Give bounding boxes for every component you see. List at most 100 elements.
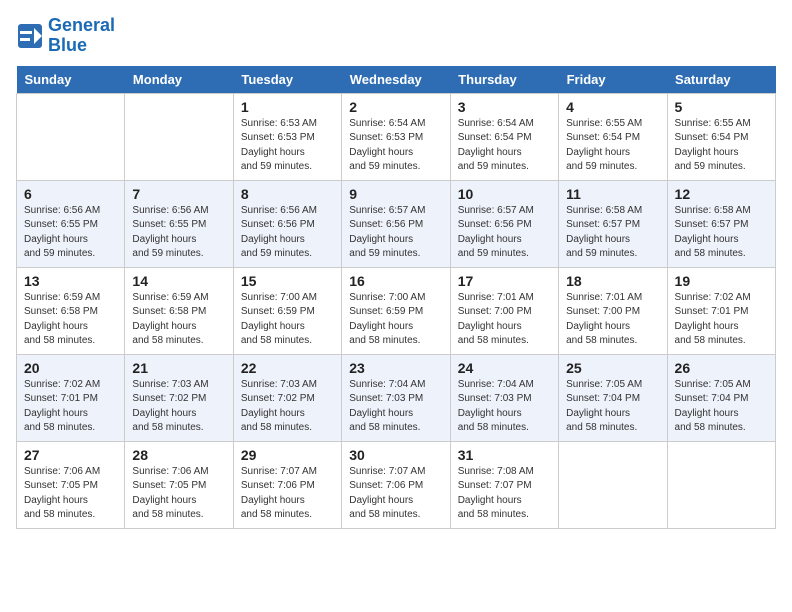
day-number: 13 — [24, 273, 117, 289]
day-cell-23: 23 Sunrise: 7:04 AMSunset: 7:03 PMDayligh… — [342, 354, 450, 441]
day-cell-28: 28 Sunrise: 7:06 AMSunset: 7:05 PMDayligh… — [125, 441, 233, 528]
day-info: Sunrise: 6:56 AMSunset: 6:55 PMDaylight … — [24, 204, 117, 262]
day-info: Sunrise: 7:06 AMSunset: 7:05 PMDaylight … — [132, 465, 225, 523]
day-cell-15: 15 Sunrise: 7:00 AMSunset: 6:59 PMDayligh… — [233, 267, 341, 354]
weekday-header-monday: Monday — [125, 66, 233, 94]
day-cell-13: 13 Sunrise: 6:59 AMSunset: 6:58 PMDayligh… — [17, 267, 125, 354]
day-number: 6 — [24, 186, 117, 202]
day-number: 12 — [675, 186, 768, 202]
week-row-2: 6 Sunrise: 6:56 AMSunset: 6:55 PMDaylight… — [17, 180, 776, 267]
day-cell-9: 9 Sunrise: 6:57 AMSunset: 6:56 PMDaylight… — [342, 180, 450, 267]
day-cell-19: 19 Sunrise: 7:02 AMSunset: 7:01 PMDayligh… — [667, 267, 775, 354]
day-cell-12: 12 Sunrise: 6:58 AMSunset: 6:57 PMDayligh… — [667, 180, 775, 267]
weekday-header-sunday: Sunday — [17, 66, 125, 94]
day-number: 20 — [24, 360, 117, 376]
day-number: 14 — [132, 273, 225, 289]
day-info: Sunrise: 6:54 AMSunset: 6:54 PMDaylight … — [458, 117, 551, 175]
day-info: Sunrise: 7:03 AMSunset: 7:02 PMDaylight … — [132, 378, 225, 436]
day-info: Sunrise: 6:57 AMSunset: 6:56 PMDaylight … — [349, 204, 442, 262]
day-info: Sunrise: 7:00 AMSunset: 6:59 PMDaylight … — [241, 291, 334, 349]
day-number: 7 — [132, 186, 225, 202]
day-number: 4 — [566, 99, 659, 115]
day-number: 22 — [241, 360, 334, 376]
day-cell-31: 31Sunrise: 7:08 AMSunset: 7:07 PMDayligh… — [450, 441, 558, 528]
weekday-header-wednesday: Wednesday — [342, 66, 450, 94]
day-number: 15 — [241, 273, 334, 289]
day-number: 9 — [349, 186, 442, 202]
day-number: 21 — [132, 360, 225, 376]
day-info: Sunrise: 7:01 AMSunset: 7:00 PMDaylight … — [458, 291, 551, 349]
day-info: Sunrise: 7:03 AMSunset: 7:02 PMDaylight … — [241, 378, 334, 436]
header-row: SundayMondayTuesdayWednesdayThursdayFrid… — [17, 66, 776, 94]
day-cell-17: 17 Sunrise: 7:01 AMSunset: 7:00 PMDayligh… — [450, 267, 558, 354]
day-cell-4: 4Sunrise: 6:55 AMSunset: 6:54 PMDaylight… — [559, 93, 667, 180]
day-cell-10: 10 Sunrise: 6:57 AMSunset: 6:56 PMDayligh… — [450, 180, 558, 267]
day-cell-14: 14 Sunrise: 6:59 AMSunset: 6:58 PMDayligh… — [125, 267, 233, 354]
day-number: 18 — [566, 273, 659, 289]
day-info: Sunrise: 7:02 AMSunset: 7:01 PMDaylight … — [675, 291, 768, 349]
day-info: Sunrise: 6:53 AMSunset: 6:53 PMDaylight … — [241, 117, 334, 175]
day-number: 17 — [458, 273, 551, 289]
day-number: 2 — [349, 99, 442, 115]
day-cell-2: 2 Sunrise: 6:54 AMSunset: 6:53 PMDaylight… — [342, 93, 450, 180]
weekday-header-friday: Friday — [559, 66, 667, 94]
day-number: 1 — [241, 99, 334, 115]
day-number: 11 — [566, 186, 659, 202]
day-info: Sunrise: 6:57 AMSunset: 6:56 PMDaylight … — [458, 204, 551, 262]
day-cell-3: 3 Sunrise: 6:54 AMSunset: 6:54 PMDaylight… — [450, 93, 558, 180]
day-cell-29: 29 Sunrise: 7:07 AMSunset: 7:06 PMDayligh… — [233, 441, 341, 528]
day-number: 16 — [349, 273, 442, 289]
day-info: Sunrise: 7:02 AMSunset: 7:01 PMDaylight … — [24, 378, 117, 436]
day-info: Sunrise: 6:59 AMSunset: 6:58 PMDaylight … — [24, 291, 117, 349]
day-number: 23 — [349, 360, 442, 376]
empty-cell — [667, 441, 775, 528]
day-cell-21: 21 Sunrise: 7:03 AMSunset: 7:02 PMDayligh… — [125, 354, 233, 441]
day-cell-26: 26 Sunrise: 7:05 AMSunset: 7:04 PMDayligh… — [667, 354, 775, 441]
day-number: 3 — [458, 99, 551, 115]
day-number: 26 — [675, 360, 768, 376]
day-cell-6: 6 Sunrise: 6:56 AMSunset: 6:55 PMDaylight… — [17, 180, 125, 267]
day-cell-25: 25 Sunrise: 7:05 AMSunset: 7:04 PMDayligh… — [559, 354, 667, 441]
week-row-5: 27 Sunrise: 7:06 AMSunset: 7:05 PMDayligh… — [17, 441, 776, 528]
day-number: 27 — [24, 447, 117, 463]
day-cell-20: 20 Sunrise: 7:02 AMSunset: 7:01 PMDayligh… — [17, 354, 125, 441]
day-number: 10 — [458, 186, 551, 202]
day-cell-18: 18Sunrise: 7:01 AMSunset: 7:00 PMDayligh… — [559, 267, 667, 354]
day-info: Sunrise: 7:05 AMSunset: 7:04 PMDaylight … — [566, 378, 659, 436]
day-cell-24: 24 Sunrise: 7:04 AMSunset: 7:03 PMDayligh… — [450, 354, 558, 441]
day-number: 8 — [241, 186, 334, 202]
day-info: Sunrise: 6:58 AMSunset: 6:57 PMDaylight … — [675, 204, 768, 262]
day-info: Sunrise: 6:58 AMSunset: 6:57 PMDaylight … — [566, 204, 659, 262]
day-info: Sunrise: 7:04 AMSunset: 7:03 PMDaylight … — [349, 378, 442, 436]
logo: General Blue — [16, 16, 115, 56]
day-cell-8: 8 Sunrise: 6:56 AMSunset: 6:56 PMDaylight… — [233, 180, 341, 267]
logo-text: General Blue — [48, 16, 115, 56]
weekday-header-thursday: Thursday — [450, 66, 558, 94]
day-info: Sunrise: 7:07 AMSunset: 7:06 PMDaylight … — [349, 465, 442, 523]
day-info: Sunrise: 6:54 AMSunset: 6:53 PMDaylight … — [349, 117, 442, 175]
day-info: Sunrise: 7:05 AMSunset: 7:04 PMDaylight … — [675, 378, 768, 436]
day-info: Sunrise: 6:56 AMSunset: 6:56 PMDaylight … — [241, 204, 334, 262]
empty-cell — [559, 441, 667, 528]
day-cell-5: 5 Sunrise: 6:55 AMSunset: 6:54 PMDaylight… — [667, 93, 775, 180]
day-number: 31 — [458, 447, 551, 463]
week-row-3: 13 Sunrise: 6:59 AMSunset: 6:58 PMDayligh… — [17, 267, 776, 354]
day-cell-7: 7 Sunrise: 6:56 AMSunset: 6:55 PMDaylight… — [125, 180, 233, 267]
day-number: 29 — [241, 447, 334, 463]
day-number: 5 — [675, 99, 768, 115]
day-cell-27: 27Sunrise: 7:06 AMSunset: 7:05 PMDayligh… — [17, 441, 125, 528]
day-number: 24 — [458, 360, 551, 376]
day-cell-11: 11 Sunrise: 6:58 AMSunset: 6:57 PMDayligh… — [559, 180, 667, 267]
weekday-header-tuesday: Tuesday — [233, 66, 341, 94]
day-info: Sunrise: 7:07 AMSunset: 7:06 PMDaylight … — [241, 465, 334, 523]
week-row-1: 1 Sunrise: 6:53 AMSunset: 6:53 PMDaylight… — [17, 93, 776, 180]
day-info: Sunrise: 6:55 AMSunset: 6:54 PMDaylight … — [675, 117, 768, 175]
day-number: 25 — [566, 360, 659, 376]
day-info: Sunrise: 6:56 AMSunset: 6:55 PMDaylight … — [132, 204, 225, 262]
day-info: Sunrise: 7:04 AMSunset: 7:03 PMDaylight … — [458, 378, 551, 436]
day-number: 30 — [349, 447, 442, 463]
day-number: 19 — [675, 273, 768, 289]
day-info: Sunrise: 6:59 AMSunset: 6:58 PMDaylight … — [132, 291, 225, 349]
day-cell-22: 22 Sunrise: 7:03 AMSunset: 7:02 PMDayligh… — [233, 354, 341, 441]
day-number: 28 — [132, 447, 225, 463]
